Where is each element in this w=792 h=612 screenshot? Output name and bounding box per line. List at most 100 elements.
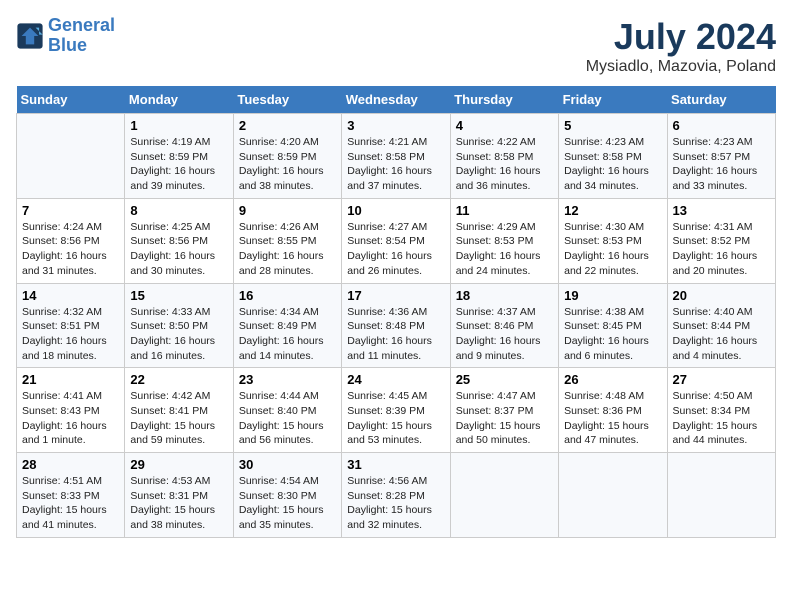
day-info: Sunrise: 4:19 AM Sunset: 8:59 PM Dayligh… bbox=[130, 135, 227, 194]
day-number: 16 bbox=[239, 288, 336, 303]
day-number: 26 bbox=[564, 372, 661, 387]
day-number: 15 bbox=[130, 288, 227, 303]
day-number: 22 bbox=[130, 372, 227, 387]
day-info: Sunrise: 4:42 AM Sunset: 8:41 PM Dayligh… bbox=[130, 389, 227, 448]
day-number: 31 bbox=[347, 457, 444, 472]
day-info: Sunrise: 4:48 AM Sunset: 8:36 PM Dayligh… bbox=[564, 389, 661, 448]
day-number: 12 bbox=[564, 203, 661, 218]
calendar-cell: 22 Sunrise: 4:42 AM Sunset: 8:41 PM Dayli… bbox=[125, 368, 233, 453]
day-info: Sunrise: 4:56 AM Sunset: 8:28 PM Dayligh… bbox=[347, 474, 444, 533]
calendar-body: 1 Sunrise: 4:19 AM Sunset: 8:59 PM Daylig… bbox=[17, 114, 776, 538]
calendar-cell: 21 Sunrise: 4:41 AM Sunset: 8:43 PM Dayli… bbox=[17, 368, 125, 453]
day-info: Sunrise: 4:25 AM Sunset: 8:56 PM Dayligh… bbox=[130, 220, 227, 279]
calendar-cell: 12 Sunrise: 4:30 AM Sunset: 8:53 PM Dayli… bbox=[559, 198, 667, 283]
day-info: Sunrise: 4:44 AM Sunset: 8:40 PM Dayligh… bbox=[239, 389, 336, 448]
day-info: Sunrise: 4:36 AM Sunset: 8:48 PM Dayligh… bbox=[347, 305, 444, 364]
calendar-cell: 11 Sunrise: 4:29 AM Sunset: 8:53 PM Dayli… bbox=[450, 198, 558, 283]
day-info: Sunrise: 4:40 AM Sunset: 8:44 PM Dayligh… bbox=[673, 305, 770, 364]
day-info: Sunrise: 4:29 AM Sunset: 8:53 PM Dayligh… bbox=[456, 220, 553, 279]
day-number: 20 bbox=[673, 288, 770, 303]
calendar-cell: 31 Sunrise: 4:56 AM Sunset: 8:28 PM Dayli… bbox=[342, 453, 450, 538]
day-header-tuesday: Tuesday bbox=[233, 86, 341, 114]
calendar-cell: 13 Sunrise: 4:31 AM Sunset: 8:52 PM Dayli… bbox=[667, 198, 775, 283]
day-number: 25 bbox=[456, 372, 553, 387]
day-number: 30 bbox=[239, 457, 336, 472]
day-header-monday: Monday bbox=[125, 86, 233, 114]
calendar-cell: 25 Sunrise: 4:47 AM Sunset: 8:37 PM Dayli… bbox=[450, 368, 558, 453]
day-number: 10 bbox=[347, 203, 444, 218]
day-info: Sunrise: 4:45 AM Sunset: 8:39 PM Dayligh… bbox=[347, 389, 444, 448]
calendar-cell: 26 Sunrise: 4:48 AM Sunset: 8:36 PM Dayli… bbox=[559, 368, 667, 453]
day-number: 11 bbox=[456, 203, 553, 218]
calendar-cell: 29Sunrise: 4:53 AM Sunset: 8:31 PM Dayli… bbox=[125, 453, 233, 538]
day-info: Sunrise: 4:23 AM Sunset: 8:58 PM Dayligh… bbox=[564, 135, 661, 194]
calendar-cell: 9 Sunrise: 4:26 AM Sunset: 8:55 PM Daylig… bbox=[233, 198, 341, 283]
day-number: 7 bbox=[22, 203, 119, 218]
calendar-cell bbox=[450, 453, 558, 538]
logo-line1: General bbox=[48, 15, 115, 35]
day-number: 28 bbox=[22, 457, 119, 472]
day-number: 5 bbox=[564, 118, 661, 133]
day-info: Sunrise: 4:30 AM Sunset: 8:53 PM Dayligh… bbox=[564, 220, 661, 279]
calendar-cell: 5 Sunrise: 4:23 AM Sunset: 8:58 PM Daylig… bbox=[559, 114, 667, 199]
day-number: 21 bbox=[22, 372, 119, 387]
calendar-week-1: 1 Sunrise: 4:19 AM Sunset: 8:59 PM Daylig… bbox=[17, 114, 776, 199]
day-info: Sunrise: 4:26 AM Sunset: 8:55 PM Dayligh… bbox=[239, 220, 336, 279]
calendar-cell: 30 Sunrise: 4:54 AM Sunset: 8:30 PM Dayli… bbox=[233, 453, 341, 538]
title-area: July 2024 Mysiadlo, Mazovia, Poland bbox=[586, 16, 776, 76]
day-number: 18 bbox=[456, 288, 553, 303]
day-info: Sunrise: 4:37 AM Sunset: 8:46 PM Dayligh… bbox=[456, 305, 553, 364]
day-info: Sunrise: 4:47 AM Sunset: 8:37 PM Dayligh… bbox=[456, 389, 553, 448]
logo-line2: Blue bbox=[48, 35, 87, 55]
day-info: Sunrise: 4:50 AM Sunset: 8:34 PM Dayligh… bbox=[673, 389, 770, 448]
day-info: Sunrise: 4:27 AM Sunset: 8:54 PM Dayligh… bbox=[347, 220, 444, 279]
calendar-cell bbox=[559, 453, 667, 538]
day-number: 17 bbox=[347, 288, 444, 303]
calendar-week-5: 28 Sunrise: 4:51 AM Sunset: 8:33 PM Dayli… bbox=[17, 453, 776, 538]
calendar-cell: 8 Sunrise: 4:25 AM Sunset: 8:56 PM Daylig… bbox=[125, 198, 233, 283]
day-number: 27 bbox=[673, 372, 770, 387]
day-info: Sunrise: 4:34 AM Sunset: 8:49 PM Dayligh… bbox=[239, 305, 336, 364]
calendar-cell: 10 Sunrise: 4:27 AM Sunset: 8:54 PM Dayli… bbox=[342, 198, 450, 283]
day-number: 19 bbox=[564, 288, 661, 303]
day-info: Sunrise: 4:51 AM Sunset: 8:33 PM Dayligh… bbox=[22, 474, 119, 533]
day-info: Sunrise: 4:21 AM Sunset: 8:58 PM Dayligh… bbox=[347, 135, 444, 194]
day-number: 4 bbox=[456, 118, 553, 133]
day-number: 1 bbox=[130, 118, 227, 133]
calendar-cell: 23 Sunrise: 4:44 AM Sunset: 8:40 PM Dayli… bbox=[233, 368, 341, 453]
day-header-saturday: Saturday bbox=[667, 86, 775, 114]
calendar-cell: 2Sunrise: 4:20 AM Sunset: 8:59 PM Daylig… bbox=[233, 114, 341, 199]
location-title: Mysiadlo, Mazovia, Poland bbox=[586, 58, 776, 76]
calendar-cell: 6 Sunrise: 4:23 AM Sunset: 8:57 PM Daylig… bbox=[667, 114, 775, 199]
month-title: July 2024 bbox=[586, 16, 776, 58]
day-info: Sunrise: 4:24 AM Sunset: 8:56 PM Dayligh… bbox=[22, 220, 119, 279]
calendar-table: SundayMondayTuesdayWednesdayThursdayFrid… bbox=[16, 86, 776, 538]
calendar-cell: 17 Sunrise: 4:36 AM Sunset: 8:48 PM Dayli… bbox=[342, 283, 450, 368]
calendar-cell: 19 Sunrise: 4:38 AM Sunset: 8:45 PM Dayli… bbox=[559, 283, 667, 368]
calendar-cell: 28 Sunrise: 4:51 AM Sunset: 8:33 PM Dayli… bbox=[17, 453, 125, 538]
day-info: Sunrise: 4:31 AM Sunset: 8:52 PM Dayligh… bbox=[673, 220, 770, 279]
day-info: Sunrise: 4:23 AM Sunset: 8:57 PM Dayligh… bbox=[673, 135, 770, 194]
day-info: Sunrise: 4:38 AM Sunset: 8:45 PM Dayligh… bbox=[564, 305, 661, 364]
day-info: Sunrise: 4:20 AM Sunset: 8:59 PM Dayligh… bbox=[239, 135, 336, 194]
logo: General Blue bbox=[16, 16, 115, 56]
day-number: 24 bbox=[347, 372, 444, 387]
calendar-cell: 14Sunrise: 4:32 AM Sunset: 8:51 PM Dayli… bbox=[17, 283, 125, 368]
day-number: 8 bbox=[130, 203, 227, 218]
day-number: 3 bbox=[347, 118, 444, 133]
day-number: 14 bbox=[22, 288, 119, 303]
day-info: Sunrise: 4:33 AM Sunset: 8:50 PM Dayligh… bbox=[130, 305, 227, 364]
calendar-cell: 4Sunrise: 4:22 AM Sunset: 8:58 PM Daylig… bbox=[450, 114, 558, 199]
day-info: Sunrise: 4:41 AM Sunset: 8:43 PM Dayligh… bbox=[22, 389, 119, 448]
calendar-cell: 7 Sunrise: 4:24 AM Sunset: 8:56 PM Daylig… bbox=[17, 198, 125, 283]
day-number: 9 bbox=[239, 203, 336, 218]
day-number: 13 bbox=[673, 203, 770, 218]
day-number: 6 bbox=[673, 118, 770, 133]
day-header-thursday: Thursday bbox=[450, 86, 558, 114]
day-number: 29 bbox=[130, 457, 227, 472]
day-number: 23 bbox=[239, 372, 336, 387]
day-info: Sunrise: 4:54 AM Sunset: 8:30 PM Dayligh… bbox=[239, 474, 336, 533]
logo-icon bbox=[16, 22, 44, 50]
calendar-cell: 3 Sunrise: 4:21 AM Sunset: 8:58 PM Daylig… bbox=[342, 114, 450, 199]
calendar-week-2: 7 Sunrise: 4:24 AM Sunset: 8:56 PM Daylig… bbox=[17, 198, 776, 283]
